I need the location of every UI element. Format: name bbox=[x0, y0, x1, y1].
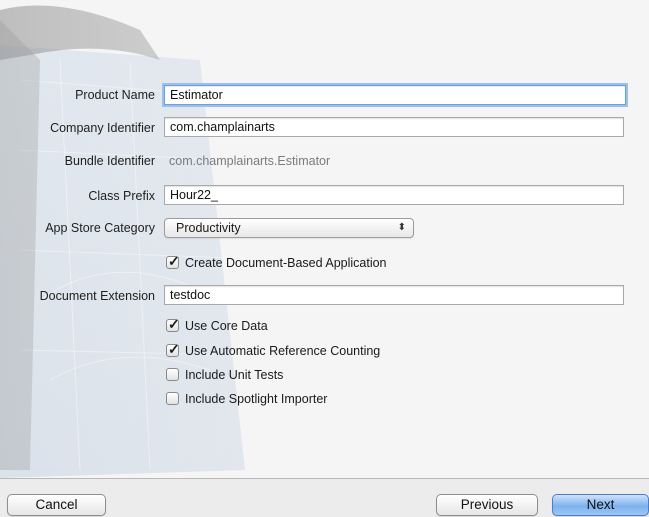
checkbox-box: ✓ bbox=[166, 253, 180, 269]
class-prefix-label: Class Prefix bbox=[88, 189, 155, 203]
app-store-category-value: Productivity bbox=[176, 221, 241, 235]
checkmark-icon: ✓ bbox=[168, 316, 180, 332]
previous-button[interactable]: Previous bbox=[436, 494, 538, 516]
class-prefix-field[interactable] bbox=[164, 185, 624, 205]
checkbox-box bbox=[166, 368, 179, 381]
create-document-based-label: Create Document-Based Application bbox=[185, 256, 387, 270]
include-spotlight-label: Include Spotlight Importer bbox=[185, 392, 328, 406]
company-identifier-label: Company Identifier bbox=[50, 121, 155, 135]
options-panel: Product Name Company Identifier Bundle I… bbox=[0, 0, 649, 479]
updown-arrows-icon: ⬍ bbox=[397, 222, 406, 233]
checkmark-icon: ✓ bbox=[168, 253, 180, 269]
company-identifier-field[interactable] bbox=[164, 117, 624, 137]
bundle-identifier-value: com.champlainarts.Estimator bbox=[169, 154, 331, 168]
document-extension-label: Document Extension bbox=[39, 289, 155, 303]
checkbox-box: ✓ bbox=[166, 316, 180, 332]
document-extension-field[interactable] bbox=[164, 285, 624, 305]
checkbox-box: ✓ bbox=[166, 341, 180, 357]
product-name-label: Product Name bbox=[75, 88, 155, 102]
checkbox-box bbox=[166, 392, 179, 405]
app-store-category-popup[interactable]: Productivity ⬍ bbox=[164, 218, 414, 238]
product-name-field[interactable] bbox=[164, 85, 626, 105]
use-arc-label: Use Automatic Reference Counting bbox=[185, 344, 381, 358]
next-button[interactable]: Next bbox=[552, 494, 649, 516]
include-unit-tests-label: Include Unit Tests bbox=[185, 368, 284, 382]
cancel-button[interactable]: Cancel bbox=[7, 494, 106, 516]
app-store-category-label: App Store Category bbox=[45, 221, 155, 235]
use-core-data-label: Use Core Data bbox=[185, 319, 268, 333]
checkmark-icon: ✓ bbox=[168, 341, 180, 357]
bundle-identifier-label: Bundle Identifier bbox=[64, 154, 155, 168]
